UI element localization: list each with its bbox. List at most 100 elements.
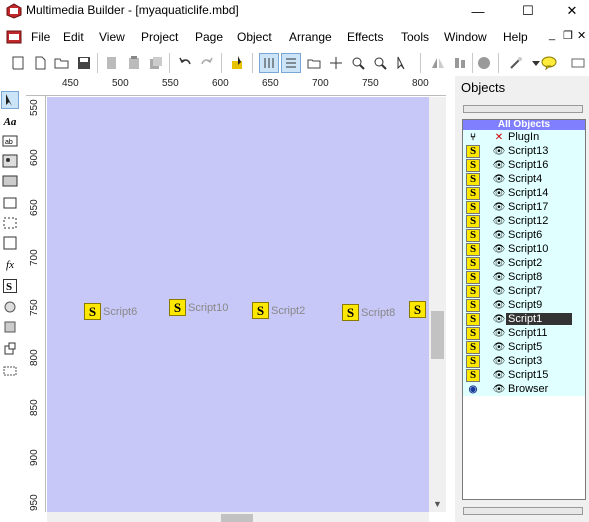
eye-icon[interactable]: 👁: [492, 300, 506, 311]
paste-icon[interactable]: [124, 53, 144, 73]
list-item[interactable]: S 👁 Script8: [463, 270, 585, 284]
more-tools-icon[interactable]: [568, 53, 588, 73]
list-item[interactable]: S 👁 Script16: [463, 158, 585, 172]
menu-object[interactable]: Object: [237, 30, 272, 44]
video-tool-icon[interactable]: [1, 318, 19, 336]
scroll-down-icon[interactable]: ▼: [429, 495, 446, 512]
canvas-script-object[interactable]: S Script2: [252, 302, 305, 319]
grid-pointer-icon[interactable]: [228, 53, 248, 73]
mdi-restore-button[interactable]: ❐: [563, 29, 573, 42]
eye-icon[interactable]: 👁: [492, 356, 506, 367]
list-item[interactable]: S 👁 Script9: [463, 298, 585, 312]
frame-tool-icon[interactable]: [1, 214, 19, 232]
menu-page[interactable]: Page: [195, 30, 223, 44]
flip-icon[interactable]: [428, 53, 448, 73]
script-tool-icon[interactable]: S: [1, 277, 19, 295]
eye-icon[interactable]: 👁: [492, 286, 506, 297]
eye-icon[interactable]: 👁: [492, 272, 506, 283]
stop-icon[interactable]: [474, 53, 494, 73]
eye-icon[interactable]: 👁: [492, 384, 506, 395]
list-item[interactable]: ⑂ ✕ PlugIn: [463, 130, 585, 144]
list-item[interactable]: S 👁 Script5: [463, 340, 585, 354]
move-icon[interactable]: [326, 53, 346, 73]
eye-icon[interactable]: 👁: [492, 370, 506, 381]
menu-effects[interactable]: Effects: [347, 30, 383, 44]
eye-icon[interactable]: 👁: [492, 328, 506, 339]
list-item[interactable]: S 👁 Script10: [463, 242, 585, 256]
menu-help[interactable]: Help: [503, 30, 528, 44]
page-canvas[interactable]: S Script6 S Script10 S Script2 S Script8…: [47, 97, 429, 512]
maximize-button[interactable]: ☐: [505, 0, 551, 22]
canvas-script-object[interactable]: S Script8: [342, 304, 395, 321]
new-page-icon[interactable]: [8, 53, 28, 73]
menu-arrange[interactable]: Arrange: [289, 30, 332, 44]
menu-tools[interactable]: Tools: [401, 30, 429, 44]
zoom-icon[interactable]: [348, 53, 368, 73]
list-item[interactable]: S 👁 Script13: [463, 144, 585, 158]
eye-icon[interactable]: 👁: [492, 244, 506, 255]
plugin-tool-icon[interactable]: [1, 340, 19, 358]
tooltip-icon[interactable]: [539, 53, 559, 73]
horizontal-scrollbar[interactable]: [47, 512, 429, 522]
canvas-script-object[interactable]: S: [409, 301, 428, 318]
undo-icon[interactable]: [175, 53, 195, 73]
object-list[interactable]: All Objects ⑂ ✕ PlugIn S 👁 Script13 S 👁 Script…: [462, 119, 586, 500]
image-tool-icon[interactable]: [1, 152, 19, 170]
list-item[interactable]: S 👁 Script12: [463, 214, 585, 228]
rectangle-tool-icon[interactable]: [1, 194, 19, 212]
vertical-scrollbar[interactable]: ▼: [429, 97, 446, 512]
list-view-icon[interactable]: [281, 53, 301, 73]
browser-tool-icon[interactable]: [1, 362, 19, 380]
cursor-icon[interactable]: [392, 53, 412, 73]
list-item-selected[interactable]: S 👁 Script1: [463, 312, 585, 326]
panel-slider-bottom[interactable]: [463, 507, 583, 515]
menu-file[interactable]: File: [31, 30, 50, 44]
list-item[interactable]: S 👁 Script11: [463, 326, 585, 340]
align-icon[interactable]: [450, 53, 470, 73]
menu-view[interactable]: View: [99, 30, 125, 44]
sound-tool-icon[interactable]: [1, 298, 19, 316]
select-tool-icon[interactable]: [1, 91, 19, 109]
mdi-close-button[interactable]: ✕: [577, 29, 586, 42]
list-item[interactable]: S 👁 Script7: [463, 284, 585, 298]
eye-icon[interactable]: 👁: [492, 230, 506, 241]
eye-icon[interactable]: 👁: [492, 160, 506, 171]
list-item[interactable]: S 👁 Script15: [463, 368, 585, 382]
menu-project[interactable]: Project: [141, 30, 178, 44]
scrollbar-thumb[interactable]: [431, 311, 444, 359]
list-item[interactable]: S 👁 Script14: [463, 186, 585, 200]
panel-slider[interactable]: [463, 105, 583, 113]
menu-edit[interactable]: Edit: [63, 30, 84, 44]
redo-icon[interactable]: [197, 53, 217, 73]
eye-icon[interactable]: 👁: [492, 174, 506, 185]
eye-icon[interactable]: 👁: [492, 314, 506, 325]
close-button[interactable]: ✕: [549, 0, 589, 22]
list-item[interactable]: S 👁 Script17: [463, 200, 585, 214]
paragraph-tool-icon[interactable]: ab: [1, 132, 19, 150]
effects-tool-icon[interactable]: fx: [1, 256, 19, 274]
text-tool-icon[interactable]: Aa: [1, 113, 19, 131]
mdi-minimize-button[interactable]: _: [549, 29, 555, 41]
canvas-script-object[interactable]: S Script6: [84, 303, 137, 320]
save-icon[interactable]: [74, 53, 94, 73]
list-item[interactable]: S 👁 Script3: [463, 354, 585, 368]
page-view-icon[interactable]: [259, 53, 279, 73]
magic-wand-icon[interactable]: [506, 53, 526, 73]
minimize-button[interactable]: —: [455, 0, 501, 22]
eye-icon[interactable]: 👁: [492, 146, 506, 157]
list-item[interactable]: S 👁 Script6: [463, 228, 585, 242]
eye-icon[interactable]: 👁: [492, 342, 506, 353]
copy-icon[interactable]: [146, 53, 166, 73]
list-item[interactable]: S 👁 Script4: [463, 172, 585, 186]
group-tool-icon[interactable]: [1, 234, 19, 252]
folder-icon[interactable]: [304, 53, 324, 73]
hidden-icon[interactable]: ✕: [492, 132, 506, 143]
open-folder-icon[interactable]: [52, 53, 72, 73]
eye-icon[interactable]: 👁: [492, 202, 506, 213]
eye-icon[interactable]: 👁: [492, 216, 506, 227]
zoom-page-icon[interactable]: [370, 53, 390, 73]
new-file-icon[interactable]: [30, 53, 50, 73]
canvas-script-object[interactable]: S Script10: [169, 299, 228, 316]
list-item[interactable]: ◉ 👁 Browser: [463, 382, 585, 396]
menu-window[interactable]: Window: [444, 30, 487, 44]
